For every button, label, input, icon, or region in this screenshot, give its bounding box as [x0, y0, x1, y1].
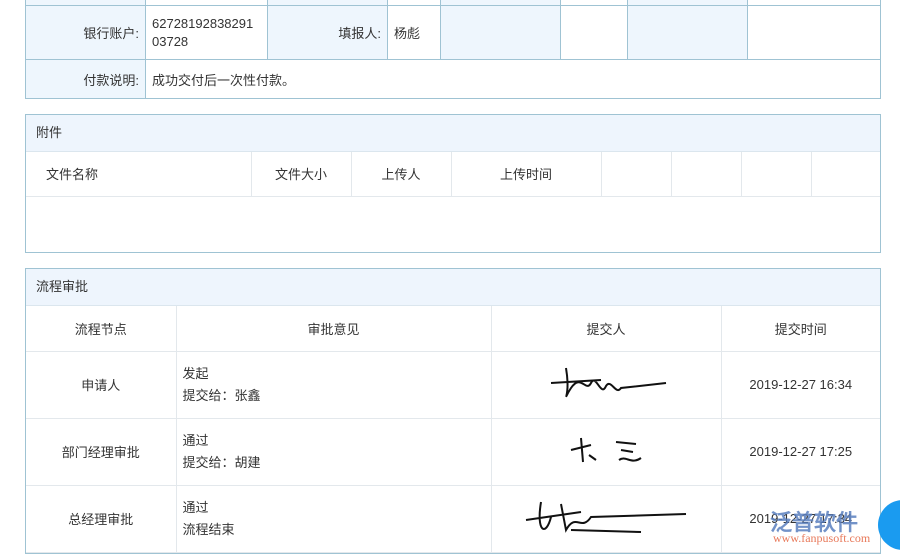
attachments-panel: 附件 文件名称 文件大小 上传人 上传时间	[25, 114, 881, 253]
opinion: 通过	[182, 432, 209, 448]
time: 2019-12-27 17:25	[721, 418, 880, 486]
node: 申请人	[26, 351, 177, 419]
filler-label: 填报人:	[267, 5, 388, 60]
signature-image	[491, 485, 722, 553]
time: 2019-12-27 16:34	[721, 351, 880, 419]
col-submit-time: 提交时间	[721, 306, 880, 352]
attachments-title: 附件	[26, 115, 880, 152]
next-step: 提交给：胡建	[182, 454, 261, 470]
payment-note-value: 成功交付后一次性付款。	[145, 59, 881, 99]
col-file-size: 文件大小	[251, 152, 352, 197]
col-upload-time: 上传时间	[451, 152, 602, 197]
col-uploader: 上传人	[351, 152, 452, 197]
chat-bubble-icon[interactable]	[878, 500, 900, 550]
signature-image	[491, 351, 722, 419]
signature-image	[491, 418, 722, 486]
bank-account-label: 银行账户:	[25, 5, 146, 60]
col-node: 流程节点	[26, 306, 177, 352]
watermark-url: www.fanpusoft.com	[773, 531, 871, 545]
table-row: 总经理审批 通过 流程结束 2019-12-27 17:34	[26, 485, 880, 553]
info-table: 银行账户: 62728192838291 03728 填报人: 杨彪 付款说明:…	[25, 0, 881, 99]
next-step: 流程结束	[182, 521, 235, 537]
node: 部门经理审批	[26, 418, 177, 486]
table-row: 申请人 发起提交给：张鑫 2019-12-27 16:34	[26, 351, 880, 419]
opinion: 发起	[182, 365, 209, 381]
approval-title: 流程审批	[26, 269, 880, 306]
next-step: 提交给：张鑫	[182, 387, 261, 403]
opinion: 通过	[182, 499, 209, 515]
node: 总经理审批	[26, 485, 177, 553]
table-row: 部门经理审批 通过提交给：胡建 2019-12-27 17:25	[26, 418, 880, 486]
col-file-name: 文件名称	[26, 152, 252, 197]
approval-panel: 流程审批 流程节点 审批意见 提交人 提交时间 申请人 发起提交给：张鑫 201…	[25, 268, 881, 554]
payment-note-label: 付款说明:	[25, 59, 146, 99]
filler-value: 杨彪	[387, 5, 441, 60]
col-opinion: 审批意见	[176, 306, 492, 352]
col-submitter: 提交人	[491, 306, 722, 352]
bank-account-value: 62728192838291 03728	[145, 5, 268, 60]
